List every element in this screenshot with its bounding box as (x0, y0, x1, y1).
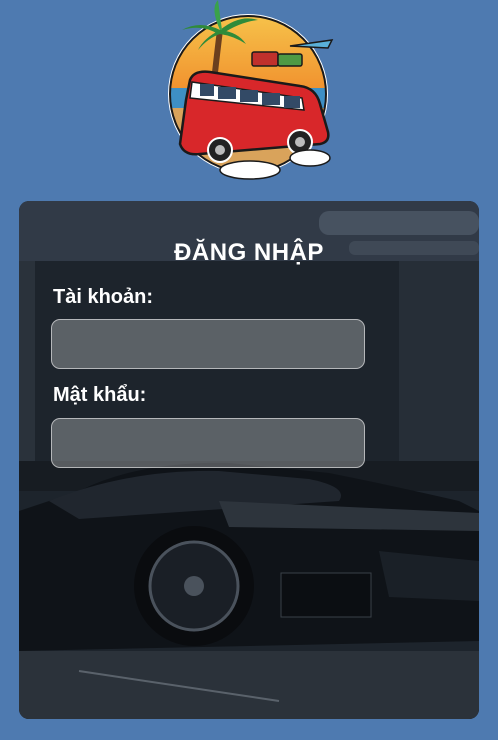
password-input[interactable] (51, 418, 365, 468)
username-label: Tài khoản: (53, 286, 154, 308)
page-title: ĐĂNG NHẬP (174, 239, 324, 266)
username-input[interactable] (51, 319, 365, 369)
password-label: Mật khẩu: (53, 384, 147, 406)
van-logo-icon (168, 0, 334, 180)
login-card: ĐĂNG NHẬP Tài khoản: Mật khẩu: (19, 201, 479, 719)
